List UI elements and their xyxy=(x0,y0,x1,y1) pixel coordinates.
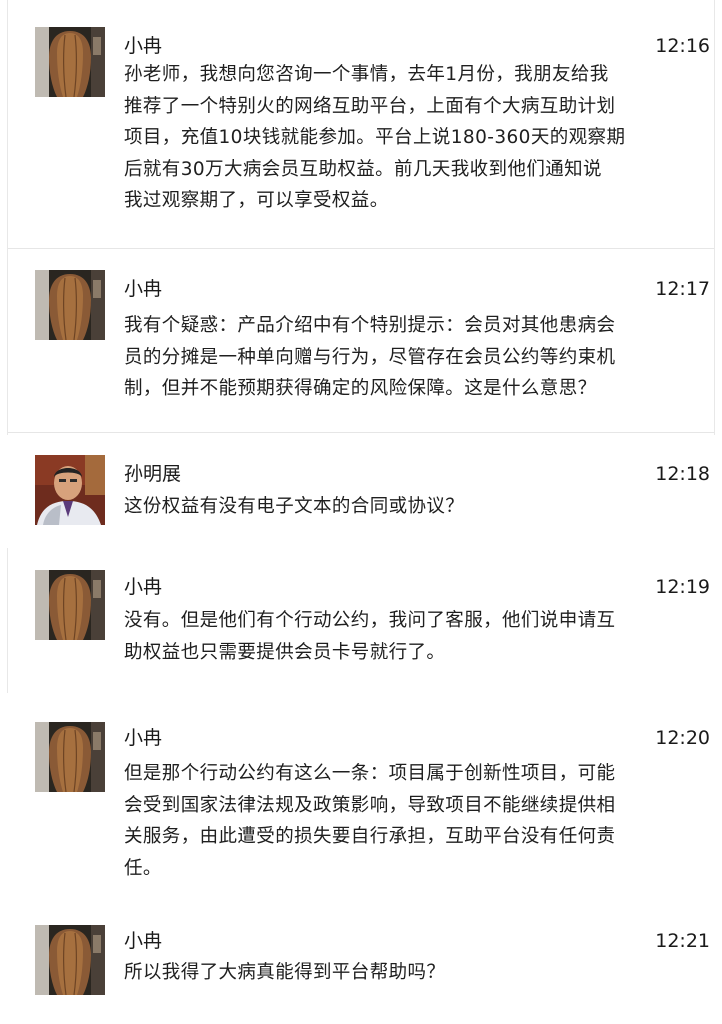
message-time: 12:17 xyxy=(655,278,710,300)
message-line: 没有。但是他们有个行动公约，我问了客服，他们说申请互 xyxy=(124,610,616,631)
message-line: 推荐了一个特别火的网络互助平台，上面有个大病互助计划 xyxy=(124,95,616,117)
message-line: 后就有30万大病会员互助权益。前几天我收到他们通知说 xyxy=(124,158,602,180)
long-hair-avatar-icon[interactable] xyxy=(35,722,105,792)
frame-edge xyxy=(7,548,8,693)
sender-name: 小冉 xyxy=(124,727,163,749)
divider xyxy=(8,432,714,433)
message-line: 会受到国家法律法规及政策影响，导致项目不能继续提供相 xyxy=(124,794,616,816)
message-line: 我有个疑惑：产品介绍中有个特别提示：会员对其他患病会 xyxy=(124,315,616,336)
message-text: 孙老师，我想向您咨询一个事情，去年1月份，我朋友给我 推荐了一个特别火的网络互助… xyxy=(124,59,684,217)
frame-edge xyxy=(714,250,715,435)
message-line: 所以我得了大病真能得到平台帮助吗？ xyxy=(124,962,446,983)
message-time: 12:16 xyxy=(655,35,710,57)
message-line: 但是那个行动公约有这么一条：项目属于创新性项目，可能 xyxy=(124,763,616,784)
message-line: 制，但并不能预期获得确定的风险保障。这是什么意思？ xyxy=(124,378,597,399)
message-text: 所以我得了大病真能得到平台帮助吗？ xyxy=(124,957,684,989)
message-time: 12:19 xyxy=(655,576,710,598)
message-text: 但是那个行动公约有这么一条：项目属于创新性项目，可能 会受到国家法律法规及政策影… xyxy=(124,758,684,884)
message-text: 没有。但是他们有个行动公约，我问了客服，他们说申请互 助权益也只需要提供会员卡号… xyxy=(124,605,684,668)
sender-name: 孙明展 xyxy=(124,463,182,485)
message-line: 这份权益有没有电子文本的合同或协议？ xyxy=(124,496,465,517)
divider xyxy=(8,248,714,249)
message-time: 12:21 xyxy=(655,930,710,952)
message-text: 这份权益有没有电子文本的合同或协议？ xyxy=(124,491,684,523)
man-portrait-avatar-icon[interactable] xyxy=(35,455,105,525)
message-line: 项目，充值10块钱就能参加。平台上说180-360天的观察期 xyxy=(124,127,626,148)
message-line: 员的分摊是一种单向赠与行为，尽管存在会员公约等约束机 xyxy=(124,346,616,368)
message-line: 关服务，由此遭受的损失要自行承担，互助平台没有任何责 xyxy=(124,826,616,847)
sender-name: 小冉 xyxy=(124,576,163,598)
message-time: 12:20 xyxy=(655,727,710,749)
sender-name: 小冉 xyxy=(124,278,163,300)
frame-edge xyxy=(7,250,8,435)
message-line: 任。 xyxy=(124,857,162,879)
chat-thread: 小冉 12:16 孙老师，我想向您咨询一个事情，去年1月份，我朋友给我 推荐了一… xyxy=(0,0,722,1024)
sender-name: 小冉 xyxy=(124,930,163,952)
frame-edge xyxy=(7,0,8,250)
long-hair-avatar-icon[interactable] xyxy=(35,570,105,640)
message-time: 12:18 xyxy=(655,463,710,485)
sender-name: 小冉 xyxy=(124,35,163,57)
message-text: 我有个疑惑：产品介绍中有个特别提示：会员对其他患病会 员的分摊是一种单向赠与行为… xyxy=(124,310,684,405)
message-line: 助权益也只需要提供会员卡号就行了。 xyxy=(124,641,446,663)
frame-edge xyxy=(714,0,715,250)
long-hair-avatar-icon[interactable] xyxy=(35,925,105,995)
long-hair-avatar-icon[interactable] xyxy=(35,27,105,97)
message-line: 我过观察期了，可以享受权益。 xyxy=(124,190,389,211)
message-line: 孙老师，我想向您咨询一个事情，去年1月份，我朋友给我 xyxy=(124,64,609,85)
long-hair-avatar-icon[interactable] xyxy=(35,270,105,340)
